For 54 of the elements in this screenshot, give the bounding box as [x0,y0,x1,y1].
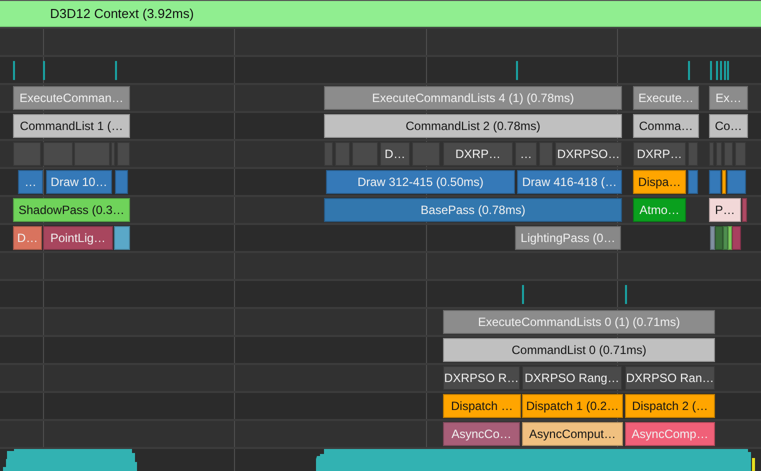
event-block[interactable]: Dispatch … [443,394,521,418]
event-block[interactable]: Draw 416-418 (… [517,170,622,194]
event-block[interactable] [732,226,741,250]
event-block[interactable] [74,142,110,166]
event-block[interactable] [742,198,747,222]
event-block[interactable] [324,142,333,166]
event-block[interactable] [735,142,746,166]
event-block[interactable]: D… [380,142,410,166]
event-block[interactable]: ShadowPass (0.3… [13,198,130,222]
event-block[interactable]: Draw 312-415 (0.50ms) [326,170,515,194]
event-block[interactable]: Dispatch 1 (0.2… [522,394,623,418]
event-block[interactable]: DXRPSO Rang… [522,366,622,390]
event-block[interactable] [114,226,130,250]
event-block[interactable]: P… [709,198,741,222]
event-block[interactable] [728,226,732,250]
event-block[interactable] [352,142,378,166]
event-block[interactable]: Co… [709,114,748,138]
event-block[interactable]: DXRPSO Ran… [625,366,715,390]
event-block[interactable]: CommandList 1 (… [13,114,130,138]
event-block[interactable] [727,170,746,194]
event-block[interactable] [710,226,715,250]
event-block[interactable] [688,142,698,166]
event-block[interactable]: CommandList 2 (0.78ms) [324,114,622,138]
event-block[interactable] [709,170,721,194]
event-block[interactable]: PointLig… [43,226,113,250]
event-block[interactable]: Dispa… [633,170,686,194]
event-block[interactable] [724,142,733,166]
event-block[interactable]: Comma… [633,114,699,138]
event-block[interactable] [335,142,350,166]
event-block[interactable]: BasePass (0.78ms) [324,198,622,222]
event-block[interactable]: Draw 10… [46,170,112,194]
event-block[interactable]: DXRPSO R… [443,366,520,390]
event-block[interactable] [539,142,553,166]
event-block[interactable] [715,226,723,250]
event-block[interactable]: AsyncCo… [443,422,520,446]
event-block[interactable]: … [18,170,43,194]
event-block[interactable] [43,142,73,166]
event-block[interactable] [709,142,714,166]
context-bar[interactable]: D3D12 Context (3.92ms) [0,1,761,27]
event-block[interactable] [723,226,728,250]
event-block[interactable]: CommandList 0 (0.71ms) [443,338,715,362]
event-block[interactable]: DXRP… [443,142,513,166]
event-block[interactable] [115,170,128,194]
event-block[interactable] [688,170,698,194]
event-block[interactable]: … [515,142,537,166]
event-block[interactable]: DXRPSO… [555,142,622,166]
event-block[interactable]: DXRP… [633,142,686,166]
event-block[interactable]: Dispatch 2 (… [625,394,715,418]
event-block[interactable] [117,142,130,166]
event-block[interactable]: AsyncComput… [522,422,623,446]
event-block[interactable] [412,142,440,166]
event-block[interactable] [716,142,722,166]
event-block[interactable] [13,142,41,166]
event-block[interactable] [722,170,726,194]
